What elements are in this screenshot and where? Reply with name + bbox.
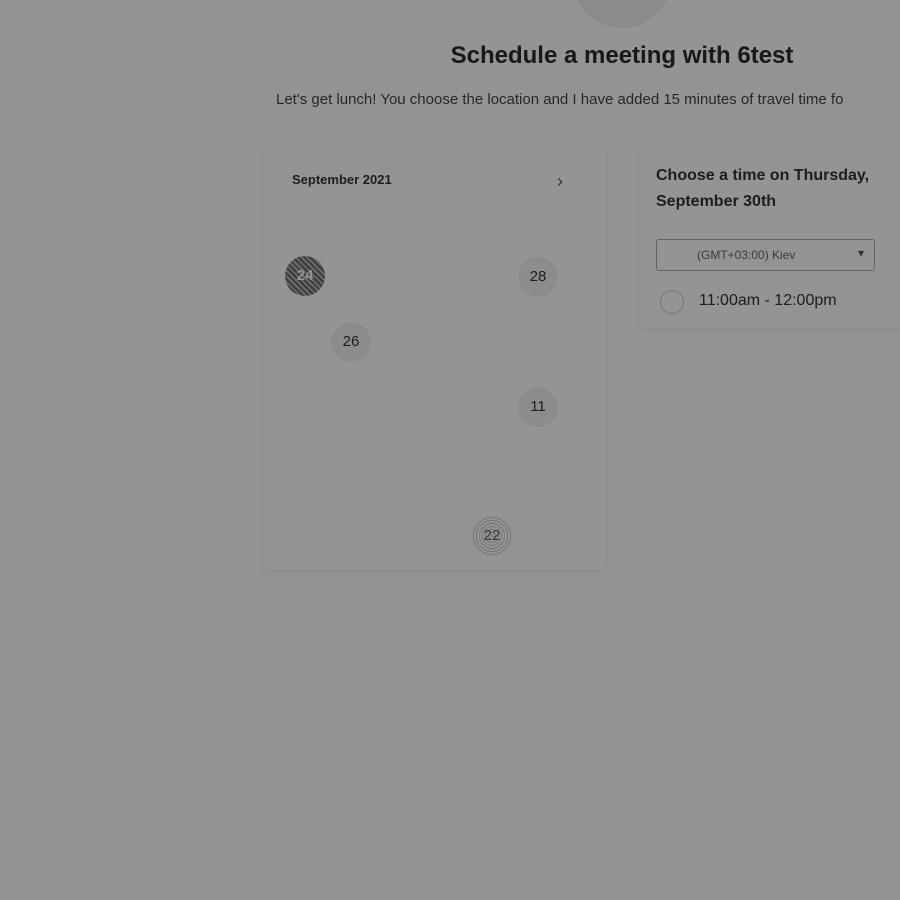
timezone-select[interactable]: (GMT+03:00) Kiev ▾ bbox=[656, 239, 875, 271]
calendar-card: September 2021 › 24 28 26 11 22 bbox=[264, 146, 606, 570]
day-cell[interactable]: 22 bbox=[472, 516, 512, 556]
timezone-value: (GMT+03:00) Kiev bbox=[697, 248, 796, 262]
day-available[interactable]: 28 bbox=[518, 257, 558, 297]
chevron-down-icon: ▾ bbox=[857, 246, 864, 260]
month-label: September 2021 bbox=[292, 172, 392, 187]
host-avatar bbox=[572, 0, 672, 28]
time-slot-radio[interactable] bbox=[660, 290, 684, 314]
time-selection-card: Choose a time on Thursday, September 30t… bbox=[640, 146, 900, 328]
page-title: Schedule a meeting with 6test bbox=[450, 42, 794, 69]
day-available[interactable]: 11 bbox=[518, 387, 558, 427]
page-subtitle: Let's get lunch! You choose the location… bbox=[276, 91, 844, 108]
day-today[interactable]: 24 bbox=[285, 256, 325, 296]
time-slot-label[interactable]: 11:00am - 12:00pm bbox=[699, 292, 837, 310]
day-available[interactable]: 26 bbox=[331, 322, 371, 362]
chevron-right-icon[interactable]: › bbox=[550, 170, 570, 192]
choose-time-heading: Choose a time on Thursday, September 30t… bbox=[656, 167, 870, 210]
